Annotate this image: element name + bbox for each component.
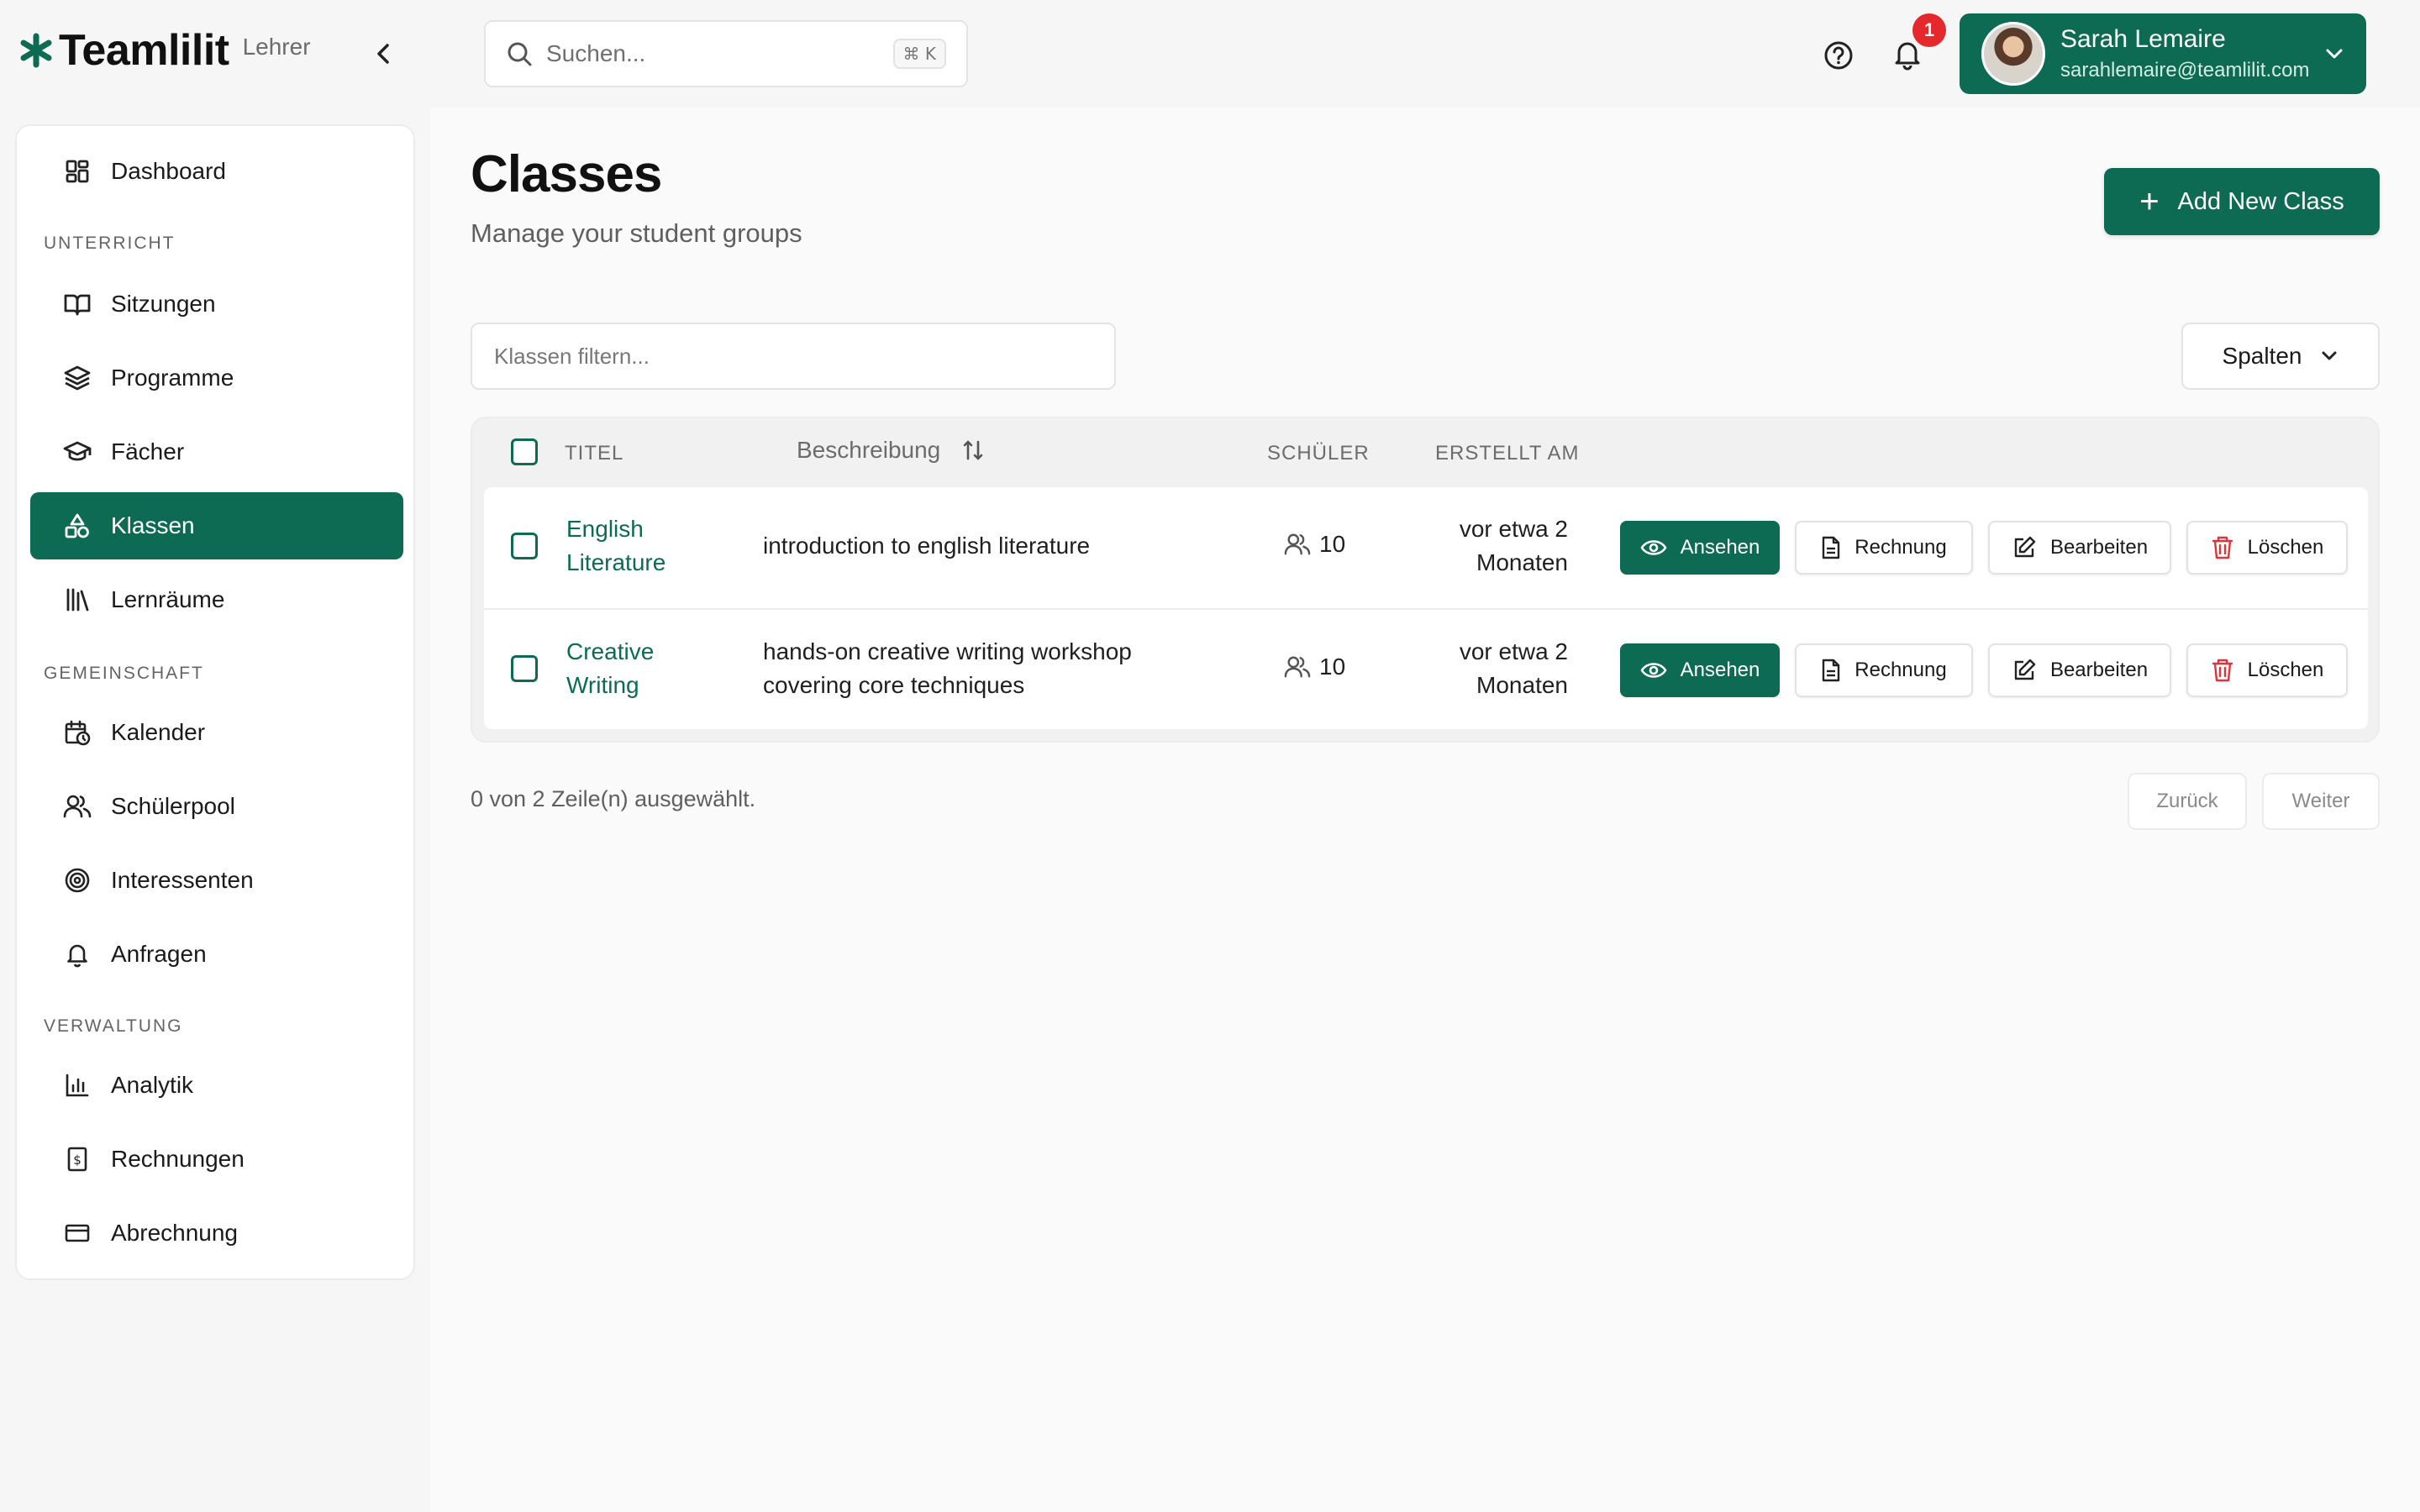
column-header-students: SCHÜLER bbox=[1267, 442, 1370, 465]
page-subtitle: Manage your student groups bbox=[471, 218, 802, 248]
view-button[interactable]: Ansehen bbox=[1620, 643, 1780, 697]
class-description: hands-on creative writing workshop cover… bbox=[763, 638, 1132, 698]
users-icon bbox=[1284, 533, 1311, 555]
edit-button[interactable]: Bearbeiten bbox=[1988, 643, 2171, 697]
eye-icon bbox=[1640, 663, 1667, 678]
plus-icon: + bbox=[2139, 183, 2160, 220]
chevron-down-icon bbox=[2326, 49, 2343, 59]
delete-button[interactable]: Löschen bbox=[2186, 643, 2348, 697]
sidebar-item-anfragen[interactable]: Anfragen bbox=[30, 921, 403, 988]
credit-card-icon bbox=[62, 1218, 92, 1248]
svg-text:$: $ bbox=[73, 1152, 82, 1168]
layers-icon bbox=[62, 363, 92, 393]
sidebar-item-rechnungen[interactable]: $ Rechnungen bbox=[30, 1126, 403, 1193]
sidebar: Dashboard UNTERRICHT Sitzungen Programme… bbox=[15, 124, 415, 1280]
student-count: 10 bbox=[1284, 654, 1345, 680]
page-title: Classes bbox=[471, 145, 662, 203]
sidebar-item-faecher[interactable]: Fächer bbox=[30, 418, 403, 486]
sidebar-item-programme[interactable]: Programme bbox=[30, 344, 403, 412]
asterisk-logo-icon bbox=[20, 33, 52, 68]
shapes-icon bbox=[62, 511, 92, 541]
brand-name: Teamlilit bbox=[59, 26, 229, 75]
user-menu[interactable]: Sarah Lemaire sarahlemaire@teamlilit.com bbox=[1960, 13, 2366, 94]
classes-table: TITEL Beschreibung SCHÜLER ERSTELLT AM E… bbox=[471, 417, 2380, 743]
dashboard-icon bbox=[62, 156, 92, 186]
invoice-button[interactable]: Rechnung bbox=[1795, 521, 1973, 575]
search-input[interactable] bbox=[546, 40, 893, 67]
search-shortcut-hint: ⌘ K bbox=[892, 39, 946, 69]
add-new-class-button[interactable]: + Add New Class bbox=[2104, 168, 2380, 235]
sidebar-section-verwaltung: VERWALTUNG bbox=[44, 1016, 183, 1036]
user-name: Sarah Lemaire bbox=[2060, 25, 2226, 53]
bell-icon bbox=[62, 939, 92, 969]
sidebar-item-interessenten[interactable]: Interessenten bbox=[30, 847, 403, 914]
trash-icon bbox=[2212, 536, 2233, 559]
row-checkbox[interactable] bbox=[511, 655, 538, 682]
sidebar-item-dashboard[interactable]: Dashboard bbox=[30, 138, 403, 205]
book-open-icon bbox=[62, 289, 92, 319]
created-date: vor etwa 2 Monaten bbox=[1459, 516, 1568, 575]
chevron-down-icon bbox=[2322, 351, 2337, 360]
sidebar-item-abrechnung[interactable]: Abrechnung bbox=[30, 1200, 403, 1267]
select-all-checkbox[interactable] bbox=[511, 438, 538, 465]
notification-count-badge: 1 bbox=[1912, 13, 1946, 47]
columns-dropdown-button[interactable]: Spalten bbox=[2181, 323, 2380, 390]
file-text-icon bbox=[1823, 536, 1840, 559]
sidebar-item-klassen[interactable]: Klassen bbox=[30, 492, 403, 559]
table-row: Creative Writing hands-on creative writi… bbox=[484, 608, 2368, 729]
class-description: introduction to english literature bbox=[763, 533, 1091, 559]
search-icon bbox=[508, 42, 532, 66]
file-text-icon bbox=[1823, 659, 1840, 682]
column-header-created: ERSTELLT AM bbox=[1435, 442, 1580, 465]
student-count: 10 bbox=[1284, 531, 1345, 558]
library-icon bbox=[62, 585, 92, 615]
edit-icon bbox=[2014, 536, 2036, 558]
class-title-link[interactable]: English Literature bbox=[566, 512, 726, 580]
previous-page-button[interactable]: Zurück bbox=[2128, 773, 2247, 830]
target-icon bbox=[62, 865, 92, 895]
sidebar-item-analytik[interactable]: Analytik bbox=[30, 1052, 403, 1119]
sidebar-section-gemeinschaft: GEMEINSCHAFT bbox=[44, 664, 204, 683]
user-email: sarahlemaire@teamlilit.com bbox=[2060, 59, 2310, 81]
help-icon[interactable] bbox=[1822, 39, 1855, 72]
sidebar-item-sitzungen[interactable]: Sitzungen bbox=[30, 270, 403, 338]
edit-icon bbox=[2014, 659, 2036, 680]
delete-button[interactable]: Löschen bbox=[2186, 521, 2348, 575]
column-header-description[interactable]: Beschreibung bbox=[797, 437, 986, 464]
column-header-title: TITEL bbox=[565, 442, 624, 465]
brand-role: Lehrer bbox=[242, 34, 311, 60]
users-icon bbox=[62, 791, 92, 822]
sidebar-item-schuelerpool[interactable]: Schülerpool bbox=[30, 773, 403, 840]
next-page-button[interactable]: Weiter bbox=[2262, 773, 2380, 830]
top-bar: Teamlilit Lehrer ⌘ K 1 Sarah Lemaire sar… bbox=[0, 0, 2420, 108]
receipt-icon: $ bbox=[62, 1144, 92, 1174]
columns-label: Spalten bbox=[2222, 343, 2302, 369]
trash-icon bbox=[2212, 659, 2233, 682]
view-button[interactable]: Ansehen bbox=[1620, 521, 1780, 575]
table-body: English Literature introduction to engli… bbox=[484, 487, 2368, 729]
sort-icon bbox=[963, 440, 983, 460]
avatar bbox=[1981, 22, 2045, 86]
selection-status: 0 von 2 Zeile(n) ausgewählt. bbox=[471, 786, 756, 811]
sidebar-section-unterricht: UNTERRICHT bbox=[44, 234, 176, 253]
class-filter-input[interactable] bbox=[471, 323, 1116, 390]
chevron-left-icon bbox=[377, 44, 389, 64]
row-checkbox[interactable] bbox=[511, 533, 538, 559]
graduation-cap-icon bbox=[62, 437, 92, 467]
eye-icon bbox=[1640, 540, 1667, 555]
created-date: vor etwa 2 Monaten bbox=[1459, 638, 1568, 698]
edit-button[interactable]: Bearbeiten bbox=[1988, 521, 2171, 575]
sidebar-item-kalender[interactable]: Kalender bbox=[30, 699, 403, 766]
bar-chart-icon bbox=[62, 1070, 92, 1100]
global-search[interactable]: ⌘ K bbox=[484, 20, 968, 87]
collapse-sidebar-button[interactable] bbox=[370, 39, 397, 69]
table-row: English Literature introduction to engli… bbox=[484, 487, 2368, 608]
calendar-clock-icon bbox=[62, 717, 92, 748]
users-icon bbox=[1284, 656, 1311, 678]
sidebar-item-lernraeume[interactable]: Lernräume bbox=[30, 566, 403, 633]
class-title-link[interactable]: Creative Writing bbox=[566, 635, 726, 702]
brand[interactable]: Teamlilit Lehrer bbox=[18, 25, 311, 76]
add-new-class-label: Add New Class bbox=[2177, 187, 2344, 215]
invoice-button[interactable]: Rechnung bbox=[1795, 643, 1973, 697]
